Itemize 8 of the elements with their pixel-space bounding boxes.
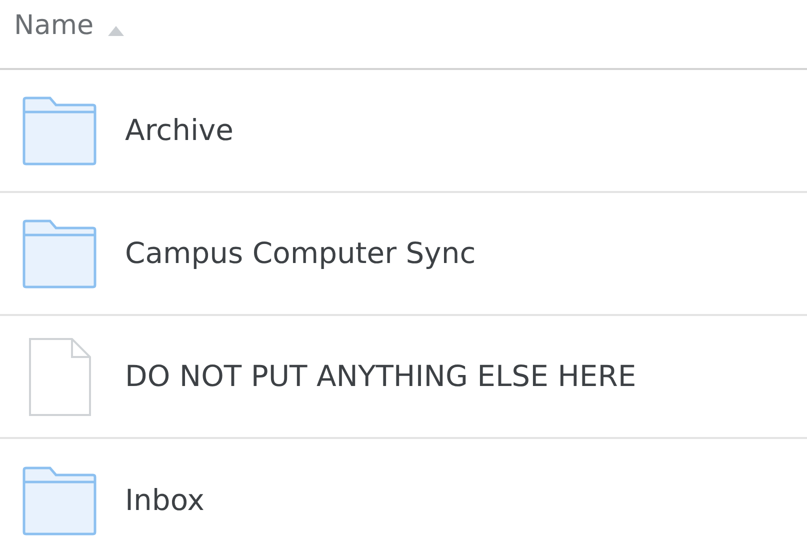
folder-icon: [22, 218, 97, 288]
folder-name[interactable]: Inbox: [125, 478, 204, 522]
folder-icon: [22, 96, 97, 166]
folder-name[interactable]: Archive: [125, 108, 234, 152]
folder-name[interactable]: Campus Computer Sync: [125, 232, 476, 276]
file-name[interactable]: DO NOT PUT ANYTHING ELSE HERE: [125, 354, 636, 398]
folder-icon: [22, 466, 97, 536]
column-header[interactable]: Name: [14, 6, 94, 46]
